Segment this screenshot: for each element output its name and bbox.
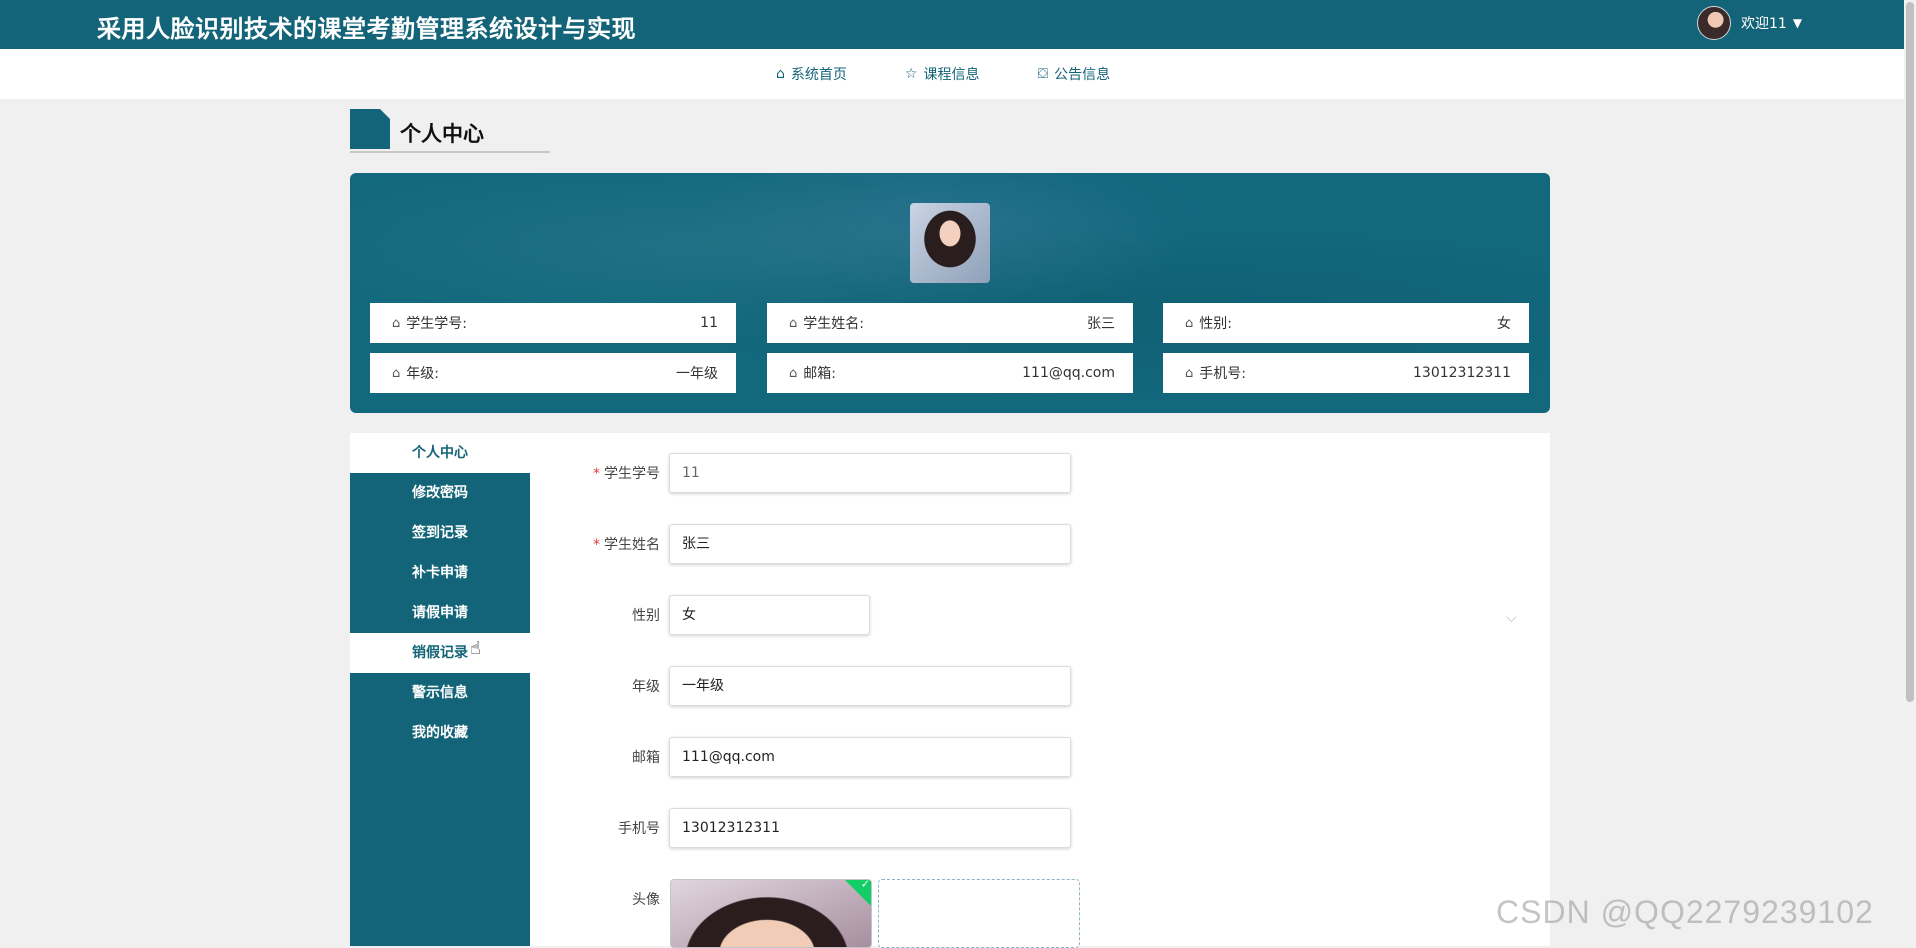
student-id-input[interactable]: 11: [669, 453, 1071, 493]
check-icon: ✓: [860, 879, 870, 891]
profile-summary-panel: ⌂ 学生学号: 11 ⌂ 学生姓名: 张三 ⌂ 性别: 女 ⌂ 年级: 一年级 …: [350, 173, 1550, 413]
info-card-student-name: ⌂ 学生姓名: 张三: [767, 303, 1133, 343]
nav-notices[interactable]: ⛋ 公告信息: [1037, 64, 1110, 84]
scrollbar-thumb[interactable]: [1906, 2, 1914, 702]
field-label-student-name: * 学生姓名: [590, 534, 660, 554]
sidebar-item-profile[interactable]: 个人中心: [350, 433, 530, 473]
field-label-avatar: 头像: [632, 892, 660, 908]
info-value: 11: [700, 315, 718, 331]
heading-decoration: [350, 109, 390, 149]
email-input[interactable]: 111@qq.com: [669, 737, 1071, 777]
heading-underline: [350, 151, 550, 153]
info-value: 张三: [1087, 316, 1115, 332]
sidebar-item-favorites[interactable]: 我的收藏: [350, 713, 530, 753]
watermark: CSDN @QQ2279239102: [1496, 894, 1874, 930]
info-label: 学生学号:: [406, 316, 467, 332]
sidebar-item-makeup-request[interactable]: 补卡申请: [350, 553, 530, 593]
sidebar-item-change-password[interactable]: 修改密码: [350, 473, 530, 513]
nav-courses-label: 课程信息: [923, 67, 980, 83]
star-icon: ☆: [904, 66, 918, 82]
sidebar-item-leave-request[interactable]: 请假申请: [350, 593, 530, 633]
nav-notices-label: 公告信息: [1054, 67, 1111, 83]
caret-down-icon[interactable]: ▼: [1793, 16, 1802, 30]
field-label-grade: 年级: [632, 679, 660, 695]
sidebar-item-warnings[interactable]: 警示信息: [350, 673, 530, 713]
field-label-phone: 手机号: [618, 821, 660, 837]
bag-icon: ⛋: [1037, 66, 1049, 82]
info-label: 邮箱:: [803, 366, 836, 382]
info-card-gender: ⌂ 性别: 女: [1163, 303, 1529, 343]
info-label: 年级:: [406, 366, 439, 382]
avatar-upload-dropzone[interactable]: [878, 879, 1080, 948]
nav-home-label: 系统首页: [790, 67, 847, 83]
info-card-grade: ⌂ 年级: 一年级: [370, 353, 736, 393]
label-text: 学生姓名: [604, 537, 660, 553]
info-card-email: ⌂ 邮箱: 111@qq.com: [767, 353, 1133, 393]
home-icon: ⌂: [789, 365, 798, 381]
info-value: 女: [1497, 316, 1511, 332]
home-icon: ⌂: [776, 66, 785, 82]
student-name-input[interactable]: 张三: [669, 524, 1071, 564]
info-value: 111@qq.com: [1022, 365, 1115, 381]
field-label-gender: 性别: [632, 608, 660, 624]
label-text: 学生学号: [604, 466, 660, 482]
home-icon: ⌂: [392, 315, 401, 331]
required-asterisk: *: [593, 466, 600, 482]
sidebar-menu: 个人中心 修改密码 签到记录 补卡申请 请假申请 销假记录 警示信息 我的收藏: [350, 433, 530, 946]
site-title: 采用人脸识别技术的课堂考勤管理系统设计与实现: [97, 15, 636, 43]
hand-cursor-icon: ☝: [470, 638, 481, 659]
nav-home[interactable]: ⌂ 系统首页: [776, 64, 847, 84]
top-header-bar: 采用人脸识别技术的课堂考勤管理系统设计与实现 欢迎11 ▼: [0, 0, 1904, 49]
info-value: 一年级: [676, 366, 718, 382]
info-card-phone: ⌂ 手机号: 13012312311: [1163, 353, 1529, 393]
info-value: 13012312311: [1413, 365, 1511, 381]
page-title: 个人中心: [400, 122, 484, 146]
upload-success-badge: ✓: [841, 879, 871, 909]
user-menu[interactable]: 欢迎11 ▼: [1697, 6, 1802, 40]
sidebar-item-leave-cancel-records[interactable]: 销假记录: [350, 633, 530, 673]
user-avatar[interactable]: [1697, 6, 1731, 40]
section-heading: 个人中心: [350, 109, 550, 153]
field-label-student-id: * 学生学号: [590, 463, 660, 483]
info-label: 手机号:: [1199, 366, 1246, 382]
info-card-student-id: ⌂ 学生学号: 11: [370, 303, 736, 343]
required-asterisk: *: [593, 537, 600, 553]
home-icon: ⌂: [392, 365, 401, 381]
welcome-text[interactable]: 欢迎11: [1741, 13, 1787, 33]
chevron-down-icon[interactable]: ⌵: [1506, 610, 1517, 626]
phone-input[interactable]: 13012312311: [669, 808, 1071, 848]
home-icon: ⌂: [789, 315, 798, 331]
home-icon: ⌂: [1185, 365, 1194, 381]
sidebar-item-checkin-records[interactable]: 签到记录: [350, 513, 530, 553]
home-icon: ⌂: [1185, 315, 1194, 331]
nav-courses[interactable]: ☆ 课程信息: [905, 64, 980, 84]
info-label: 学生姓名:: [803, 316, 864, 332]
field-label-email: 邮箱: [632, 750, 660, 766]
main-nav: ⌂ 系统首页 ☆ 课程信息 ⛋ 公告信息: [0, 49, 1904, 99]
info-label: 性别:: [1199, 316, 1232, 332]
gender-select[interactable]: 女: [669, 595, 870, 635]
uploaded-avatar-thumbnail[interactable]: ✓: [670, 879, 872, 948]
grade-input[interactable]: 一年级: [669, 666, 1071, 706]
profile-avatar: [910, 203, 990, 283]
